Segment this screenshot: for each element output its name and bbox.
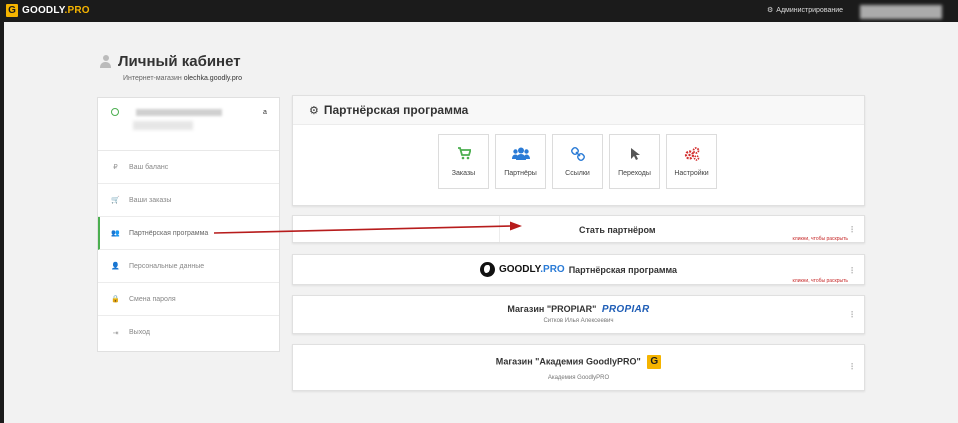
shop-owner: Академия GoodlyPRO bbox=[547, 375, 610, 381]
sidebar-item-label: Персональные данные bbox=[129, 262, 205, 270]
partner-program-panel: ⚙ Партнёрская программа Заказы Партнёры … bbox=[292, 95, 865, 206]
shop-propiar-card[interactable]: Магазин "PROPIAR" PROPIAR Ситков Илья Ал… bbox=[292, 295, 865, 334]
lock-icon: 🔒 bbox=[111, 296, 120, 303]
tile-partners[interactable]: Партнёры bbox=[495, 134, 546, 189]
sidebar-item-change-password[interactable]: 🔒 Смена пароля bbox=[98, 283, 279, 316]
profile-sub-redacted bbox=[133, 121, 193, 130]
click-hint: кликни, чтобы раскрыть bbox=[792, 278, 848, 284]
tile-settings[interactable]: Настройки bbox=[666, 134, 717, 189]
avatar-icon bbox=[111, 108, 119, 116]
gears-icon: ⚙ bbox=[309, 104, 319, 117]
subtitle-prefix: Интернет-магазин bbox=[123, 75, 182, 82]
cart-icon bbox=[457, 146, 472, 161]
tile-label: Ссылки bbox=[565, 169, 590, 177]
tile-label: Партнёры bbox=[504, 169, 537, 177]
sidebar-item-label: Ваш баланс bbox=[129, 163, 169, 171]
subtitle-domain[interactable]: olechka.goodly.pro bbox=[184, 75, 242, 82]
panel-tiles: Заказы Партнёры Ссылки Переходы Настройк… bbox=[438, 134, 717, 189]
propiar-logo: PROPIAR bbox=[601, 304, 650, 315]
more-icon[interactable]: ⋮ bbox=[848, 225, 856, 234]
sidebar-item-logout[interactable]: ⇥ Выход bbox=[98, 316, 279, 349]
users-icon bbox=[511, 147, 530, 161]
panel-header: ⚙ Партнёрская программа bbox=[293, 96, 864, 125]
more-icon[interactable]: ⋮ bbox=[848, 362, 856, 371]
profile-name-suffix: а bbox=[263, 109, 267, 116]
logo-text: GOODLY bbox=[22, 5, 65, 16]
user-icon: 👤 bbox=[111, 263, 120, 270]
sidebar-item-partner-program[interactable]: 👥 Партнёрская программа bbox=[98, 217, 279, 250]
cursor-icon bbox=[630, 147, 640, 161]
tile-label: Переходы bbox=[618, 169, 651, 177]
top-navbar: G GOODLY.PRO ⚙ Администрирование bbox=[0, 0, 958, 22]
signout-icon: ⇥ bbox=[112, 329, 119, 337]
page-title: Личный кабинет bbox=[118, 53, 241, 70]
tile-orders[interactable]: Заказы bbox=[438, 134, 489, 189]
tile-clicks[interactable]: Переходы bbox=[609, 134, 660, 189]
shop-title: Магазин "PROPIAR" bbox=[507, 304, 597, 314]
globe-icon bbox=[479, 262, 495, 277]
users-icon: 👥 bbox=[111, 230, 120, 237]
cart-icon: 🛒 bbox=[111, 197, 120, 204]
more-icon[interactable]: ⋮ bbox=[848, 266, 856, 275]
logo-g-icon: G bbox=[6, 4, 18, 17]
gears-icon bbox=[684, 146, 700, 161]
card-divider bbox=[499, 216, 500, 242]
sidebar-item-label: Выход bbox=[129, 329, 150, 336]
shop-academy-card[interactable]: Магазин "Академия GoodlyPRO" G Академия … bbox=[292, 344, 865, 391]
shop-title: Магазин "Академия GoodlyPRO" bbox=[495, 356, 641, 367]
goodly-program-card[interactable]: GOODLY.PRO Партнёрская программа кликни,… bbox=[292, 254, 865, 285]
sidebar-item-label: Ваши заказы bbox=[129, 196, 172, 204]
more-icon[interactable]: ⋮ bbox=[848, 310, 856, 319]
goodly-g-icon: G bbox=[647, 355, 662, 369]
tile-label: Настройки bbox=[674, 169, 709, 177]
click-hint: кликни, чтобы раскрыть bbox=[792, 236, 848, 242]
sidebar-item-personal-data[interactable]: 👤 Персональные данные bbox=[98, 250, 279, 283]
user-menu-redacted[interactable] bbox=[860, 5, 942, 19]
become-partner-card[interactable]: Стать партнёром кликни, чтобы раскрыть ⋮ bbox=[292, 215, 865, 243]
user-icon bbox=[100, 55, 111, 68]
goodly-logo-text: GOODLY.PRO bbox=[498, 264, 565, 275]
admin-link[interactable]: ⚙ Администрирование bbox=[767, 6, 844, 15]
profile-name-redacted bbox=[136, 109, 222, 116]
ruble-icon: ₽ bbox=[113, 164, 118, 171]
sidebar-profile[interactable]: а bbox=[98, 98, 279, 151]
shop-owner: Ситков Илья Алексеевич bbox=[543, 318, 614, 324]
sidebar-item-orders[interactable]: 🛒 Ваши заказы bbox=[98, 184, 279, 217]
sidebar-item-label: Смена пароля bbox=[129, 295, 176, 303]
gear-icon: ⚙ bbox=[767, 7, 774, 14]
logo-pro: .PRO bbox=[64, 5, 90, 16]
admin-label: Администрирование bbox=[776, 6, 844, 14]
tile-label: Заказы bbox=[451, 169, 476, 177]
panel-title: Партнёрская программа bbox=[323, 103, 469, 117]
tile-links[interactable]: Ссылки bbox=[552, 134, 603, 189]
left-edge-bar bbox=[0, 22, 4, 423]
page-subtitle: Интернет-магазин olechka.goodly.pro bbox=[123, 75, 242, 82]
sidebar: а ₽ Ваш баланс 🛒 Ваши заказы 👥 Партнёрск… bbox=[97, 97, 280, 352]
link-icon bbox=[570, 146, 585, 161]
goodly-program-title: Партнёрская программа bbox=[568, 264, 678, 275]
sidebar-item-label: Партнёрская программа bbox=[129, 229, 209, 237]
become-partner-title[interactable]: Стать партнёром bbox=[579, 225, 656, 235]
page-header: Личный кабинет Интернет-магазин olechka.… bbox=[100, 53, 242, 82]
sidebar-item-balance[interactable]: ₽ Ваш баланс bbox=[98, 151, 279, 184]
goodly-logo[interactable]: G GOODLY.PRO bbox=[6, 4, 90, 17]
